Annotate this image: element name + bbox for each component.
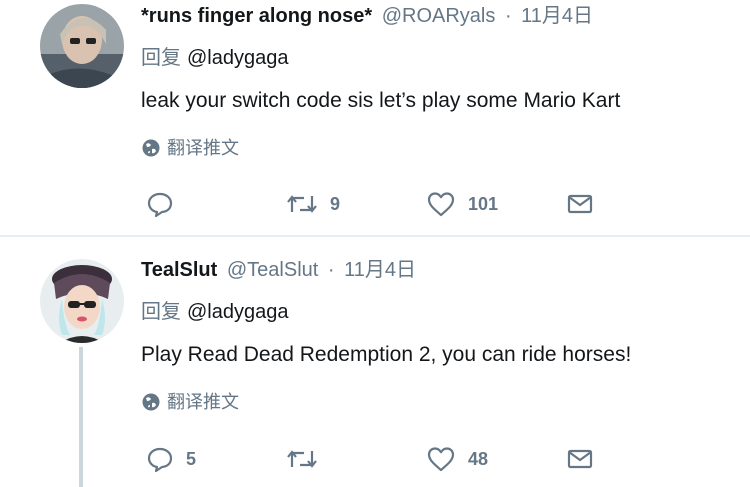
tweet-header: *runs finger along nose* @ROARyals · 11月…: [141, 3, 593, 29]
reply-button[interactable]: 5: [146, 441, 196, 477]
mention-link[interactable]: @ladygaga: [187, 301, 288, 323]
retweet-count: 9: [330, 193, 341, 214]
action-bar: 5 48: [0, 441, 750, 477]
mention-link[interactable]: @ladygaga: [187, 47, 288, 69]
reply-icon: [147, 447, 173, 473]
reply-prefix: 回复: [141, 301, 181, 323]
globe-icon: [142, 393, 160, 411]
like-count: 48: [468, 448, 489, 469]
direct-message-button[interactable]: [566, 186, 594, 222]
tweet-header: TealSlut @TealSlut · 11月4日: [141, 257, 416, 283]
retweet-button[interactable]: 9: [286, 186, 340, 222]
heart-icon: [427, 192, 455, 217]
display-name[interactable]: *runs finger along nose*: [141, 5, 372, 27]
retweet-icon: [287, 195, 317, 213]
envelope-icon: [567, 194, 593, 214]
tweet-text: Play Read Dead Redemption 2, you can rid…: [141, 343, 632, 366]
like-button[interactable]: 101: [426, 186, 498, 222]
translate-label: 翻译推文: [167, 138, 239, 158]
heart-icon: [427, 447, 455, 472]
tweet[interactable]: *runs finger along nose* @ROARyals · 11月…: [0, 0, 750, 236]
reply-context: 回复 @ladygaga: [141, 299, 288, 325]
like-count: 101: [468, 193, 499, 214]
reply-icon: [147, 192, 173, 218]
retweet-button[interactable]: [286, 441, 330, 477]
timestamp[interactable]: 11月4日: [521, 5, 593, 27]
tweet[interactable]: TealSlut @TealSlut · 11月4日 回复 @ladygaga P…: [0, 237, 750, 487]
reply-prefix: 回复: [141, 47, 181, 69]
translate-label: 翻译推文: [167, 392, 239, 412]
direct-message-button[interactable]: [566, 441, 594, 477]
action-bar: 9 101: [0, 186, 750, 222]
reply-button[interactable]: [146, 186, 186, 222]
globe-icon: [142, 139, 160, 157]
user-handle[interactable]: @ROARyals: [382, 5, 496, 27]
timestamp[interactable]: 11月4日: [344, 259, 416, 281]
separator-dot: ·: [327, 259, 335, 281]
translate-tweet-link[interactable]: 翻译推文: [141, 136, 239, 160]
reply-context: 回复 @ladygaga: [141, 45, 288, 71]
retweet-icon: [287, 450, 317, 468]
like-button[interactable]: 48: [426, 441, 488, 477]
display-name[interactable]: TealSlut: [141, 259, 217, 281]
tweet-text: leak your switch code sis let’s play som…: [141, 89, 621, 112]
envelope-icon: [567, 449, 593, 469]
user-handle[interactable]: @TealSlut: [227, 259, 318, 281]
translate-tweet-link[interactable]: 翻译推文: [141, 390, 239, 414]
reply-count: 5: [186, 448, 197, 469]
avatar[interactable]: [40, 259, 124, 343]
avatar[interactable]: [40, 4, 124, 88]
separator-dot: ·: [504, 5, 512, 27]
